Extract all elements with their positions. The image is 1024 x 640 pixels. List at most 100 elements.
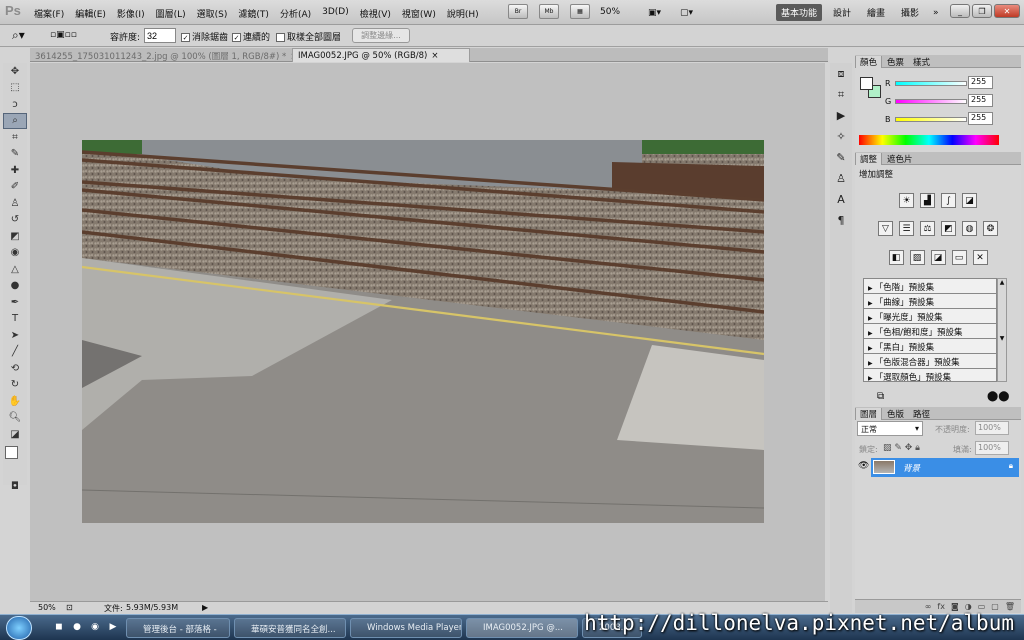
tab-document-2[interactable]: IMAG0052.JPG @ 50% (RGB/8) × <box>292 48 470 62</box>
clip-icon[interactable]: ⬤⬤ <box>987 391 1009 402</box>
brush-tool-icon[interactable]: ✐ <box>3 179 27 196</box>
channel-b-input[interactable]: 255 <box>968 112 993 125</box>
channel-mixer-icon[interactable]: ❂ <box>983 221 998 236</box>
preset-item[interactable]: ▶ 「曝光度」預設集 <box>864 309 996 324</box>
menu-file[interactable]: 檔案(F) <box>34 7 64 20</box>
bridge-icon[interactable]: Br <box>508 4 528 19</box>
default-colors-icon[interactable]: ◪ <box>3 426 27 443</box>
preset-item[interactable]: ▶ 「選取顏色」預設集 <box>864 369 996 384</box>
start-button[interactable] <box>6 616 32 640</box>
channel-r-slider[interactable] <box>895 81 967 86</box>
minimize-icon[interactable]: _ <box>950 4 970 18</box>
crop-tool-icon[interactable]: ⌗ <box>3 129 27 146</box>
arrange-icon[interactable]: ▦ <box>570 4 590 19</box>
3d-orbit-icon[interactable]: ↻ <box>3 377 27 394</box>
extras-icon[interactable]: ▢▾ <box>675 4 701 21</box>
fill-input[interactable]: 100% <box>975 441 1009 455</box>
tab-color[interactable]: 顏色 <box>855 56 883 68</box>
antialias-checkbox[interactable]: ✓ 消除鋸齒 <box>181 30 228 43</box>
path-select-icon[interactable]: ➤ <box>3 327 27 344</box>
mini-bridge-icon[interactable]: ⧈ <box>830 63 852 84</box>
curves-icon[interactable]: ∫ <box>941 193 956 208</box>
lock-icons[interactable]: ▨ ✎ ✥ 🔒︎ <box>883 443 920 453</box>
tab-paths[interactable]: 路徑 <box>909 408 934 420</box>
channel-g-input[interactable]: 255 <box>968 94 993 107</box>
close-icon[interactable]: ✕ <box>994 4 1020 18</box>
quick-select-tool-icon[interactable]: ⌕▾ <box>12 28 25 43</box>
blur-tool-icon[interactable]: △ <box>3 261 27 278</box>
new-group-icon[interactable]: ▭ <box>978 602 986 611</box>
status-zoom[interactable]: 50% <box>38 603 56 612</box>
channel-b-slider[interactable] <box>895 117 967 122</box>
preset-item[interactable]: ▶ 「黑白」預設集 <box>864 339 996 354</box>
brightness-icon[interactable]: ☀ <box>899 193 914 208</box>
menu-analysis[interactable]: 分析(A) <box>280 7 311 20</box>
quick-mask-icon[interactable]: ◘ <box>3 479 27 496</box>
workspace-design[interactable]: 設計 <box>828 4 856 21</box>
color-spectrum[interactable] <box>859 135 999 145</box>
healing-brush-icon[interactable]: ✚ <box>3 162 27 179</box>
menu-filter[interactable]: 濾鏡(T) <box>238 7 269 20</box>
quicklaunch-icon[interactable]: ◉ <box>88 618 102 636</box>
menu-edit[interactable]: 編輯(E) <box>75 7 106 20</box>
eraser-tool-icon[interactable]: ◩ <box>3 228 27 245</box>
color-balance-icon[interactable]: ⚖ <box>920 221 935 236</box>
marquee-tool-icon[interactable]: ⬚ <box>3 80 27 97</box>
new-layer-icon[interactable]: ▢ <box>991 602 999 611</box>
workspace-photography[interactable]: 攝影 <box>896 4 924 21</box>
move-tool-icon[interactable]: ✥ <box>3 63 27 80</box>
add-mask-icon[interactable]: ◙ <box>951 602 959 611</box>
selection-mode-icons[interactable]: ▫▣▫▫ <box>50 30 77 40</box>
character-icon[interactable]: A <box>830 189 852 210</box>
history-icon[interactable]: ⌗ <box>830 84 852 105</box>
presets-scrollbar[interactable]: ▲ ▼ <box>997 278 1007 382</box>
taskbar-item[interactable]: Windows Media Player <box>350 618 462 638</box>
menu-3d[interactable]: 3D(D) <box>322 7 349 20</box>
preset-item[interactable]: ▶ 「曲線」預設集 <box>864 294 996 309</box>
taskbar-item[interactable]: 華碩安普獲同名全創... <box>234 618 346 638</box>
taskbar-item[interactable]: IMAG0052.JPG @... <box>466 618 578 638</box>
3d-rotate-icon[interactable]: ⟲ <box>3 360 27 377</box>
sample-all-checkbox[interactable]: 取樣全部圖層 <box>276 30 341 43</box>
tab-masks[interactable]: 遮色片 <box>883 153 917 165</box>
foreground-swatch[interactable] <box>5 445 18 459</box>
menu-view[interactable]: 檢視(V) <box>360 7 391 20</box>
tab-layers[interactable]: 圖層 <box>855 408 883 420</box>
invert-icon[interactable]: ◧ <box>888 250 904 265</box>
zoom-tool-icon[interactable]: 🔍︎ <box>3 410 27 427</box>
close-tab-icon[interactable]: × <box>431 51 438 61</box>
workspace-painting[interactable]: 繪畫 <box>862 4 890 21</box>
tolerance-input[interactable] <box>144 28 176 43</box>
new-adjustment-icon[interactable]: ◑ <box>965 602 972 611</box>
clone-source-icon[interactable]: ♙ <box>830 168 852 189</box>
return-icon[interactable]: ⧉ <box>877 391 884 402</box>
menu-select[interactable]: 選取(S) <box>197 7 228 20</box>
eyedropper-tool-icon[interactable]: ✎ <box>3 146 27 163</box>
refine-edge-button[interactable]: 調整邊緣... <box>352 28 410 43</box>
document-photo[interactable] <box>82 140 764 523</box>
contiguous-checkbox[interactable]: ✓ 連續的 <box>232 30 270 43</box>
status-options-icon[interactable]: ⊡ <box>66 603 73 612</box>
quicklaunch-icon[interactable]: ● <box>70 618 84 636</box>
hand-tool-icon[interactable]: ✋ <box>3 393 27 410</box>
preset-item[interactable]: ▶ 「色版混合器」預設集 <box>864 354 996 369</box>
tab-document-1[interactable]: 3614255_175031011243_2.jpg @ 100% (圖層 1,… <box>30 48 297 62</box>
posterize-icon[interactable]: ▨ <box>909 250 925 265</box>
menu-window[interactable]: 視窗(W) <box>402 7 436 20</box>
quicklaunch-icon[interactable]: ◼ <box>52 618 66 636</box>
quick-select-tool-icon[interactable]: ⌕ <box>3 112 27 129</box>
layer-name[interactable]: 背景 <box>903 462 920 474</box>
workspace-essentials[interactable]: 基本功能 <box>776 4 823 21</box>
layer-row[interactable]: 背景 🔒︎ <box>871 458 1019 477</box>
preset-item[interactable]: ▶ 「色階」預設集 <box>864 279 996 294</box>
line-tool-icon[interactable]: ╱ <box>3 344 27 361</box>
photo-filter-icon[interactable]: ◍ <box>962 221 977 236</box>
menu-layer[interactable]: 圖層(L) <box>156 7 186 20</box>
dodge-tool-icon[interactable]: ● <box>3 278 27 295</box>
color-swatches[interactable] <box>3 443 27 479</box>
blend-mode-select[interactable]: 正常 ▾ <box>857 421 923 436</box>
layer-style-icon[interactable]: fx <box>937 602 945 611</box>
lasso-tool-icon[interactable]: ↄ <box>3 96 27 113</box>
zoom-select[interactable]: 50% <box>600 7 620 17</box>
workspace-more[interactable]: » <box>928 4 944 21</box>
